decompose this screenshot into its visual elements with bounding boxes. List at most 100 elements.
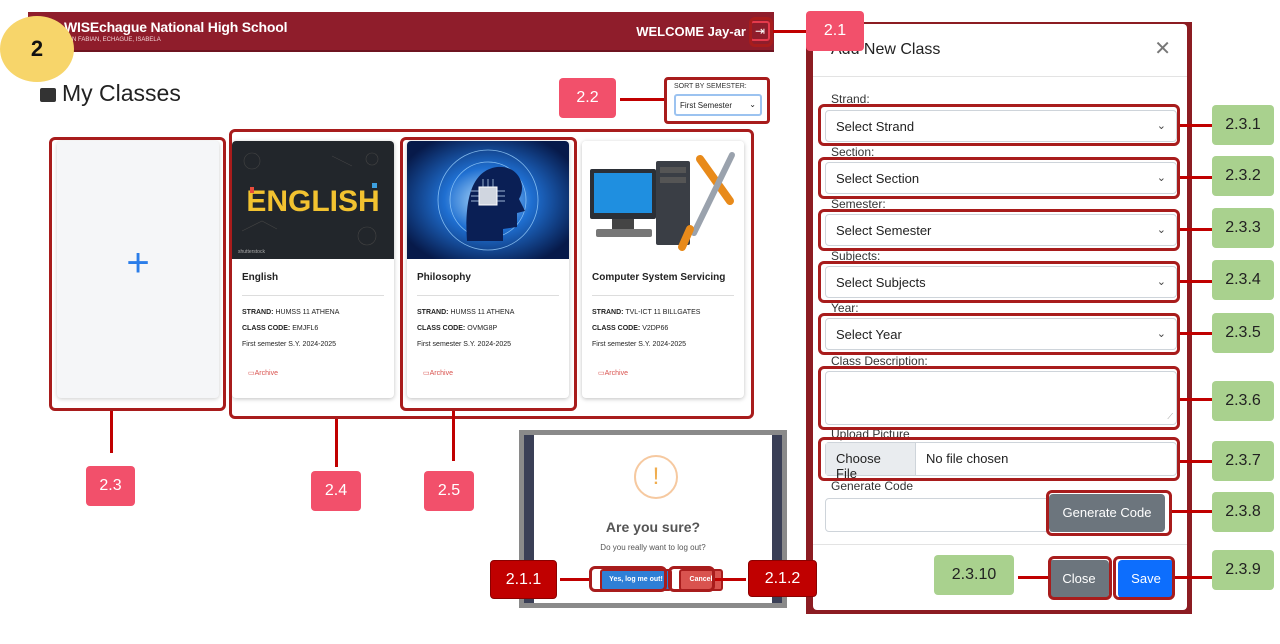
chevron-down-icon: ⌄	[1156, 120, 1166, 132]
english-class-image: ENGLISH shutterstock	[232, 141, 394, 259]
step-number-badge: 2	[0, 16, 74, 82]
annotation-tag: 2.4	[311, 471, 361, 511]
card-class-code: CLASS CODE: EMJFL6	[242, 325, 319, 332]
annotation-tag: 2.1	[806, 11, 864, 51]
arrow	[773, 30, 807, 33]
card-class-code: CLASS CODE: V2DP66	[592, 325, 669, 332]
arrow	[715, 578, 746, 581]
app-header: WISEchague National High School SAN FABI…	[28, 12, 774, 52]
class-card-computer-system-servicing[interactable]: Computer System Servicing STRAND: TVL-IC…	[582, 141, 744, 398]
logout-button[interactable]: ⇥	[750, 21, 770, 41]
class-card-english[interactable]: ENGLISH shutterstock English STRAND: HUM…	[232, 141, 394, 398]
upload-picture-input[interactable]: Choose File No file chosen	[825, 442, 1177, 481]
annotation-tag: 2.3.10	[934, 555, 1014, 595]
archive-button[interactable]: ▭Archive	[423, 369, 453, 377]
year-label: Year:	[831, 301, 859, 315]
semester-select[interactable]: Select Semester ⌄	[825, 214, 1177, 246]
card-semester: First semester S.Y. 2024-2025	[592, 341, 687, 348]
annotation-tag: 2.3.3	[1212, 208, 1274, 248]
add-class-modal-frame: Add New Class ✕ Strand: Select Strand ⌄ S…	[806, 22, 1192, 614]
arrow	[452, 411, 455, 461]
school-address: SAN FABIAN, ECHAGUE, ISABELA	[64, 37, 161, 43]
arrow	[1018, 576, 1048, 579]
logout-icon: ⇥	[754, 24, 766, 38]
svg-text:ENGLISH: ENGLISH	[246, 185, 379, 218]
card-title: Computer System Servicing	[592, 272, 726, 283]
arrow	[110, 411, 113, 453]
chevron-down-icon: ⌄	[749, 100, 756, 109]
confirm-logout-button[interactable]: Yes, log me out!	[600, 569, 672, 591]
file-status: No file chosen	[926, 451, 1009, 466]
strand-label: Strand:	[831, 92, 870, 106]
divider	[592, 295, 734, 296]
add-class-modal: Add New Class ✕ Strand: Select Strand ⌄ S…	[813, 24, 1187, 610]
svg-text:shutterstock: shutterstock	[238, 249, 265, 255]
choose-file-button[interactable]: Choose File	[826, 443, 916, 481]
arrow	[1180, 228, 1212, 231]
arrow	[1180, 280, 1212, 283]
archive-button[interactable]: ▭Archive	[248, 369, 278, 377]
annotation-tag: 2.3.2	[1212, 156, 1274, 196]
chevron-down-icon: ⌄	[1156, 172, 1166, 184]
add-class-card[interactable]: +	[57, 141, 219, 398]
logout-confirm-dialog-frame: ! Are you sure? Do you really want to lo…	[519, 430, 787, 608]
philosophy-class-image	[407, 141, 569, 259]
arrow	[335, 419, 338, 467]
card-strand: STRAND: HUMSS 11 ATHENA	[417, 309, 515, 316]
archive-button[interactable]: ▭Archive	[598, 369, 628, 377]
arrow	[620, 98, 664, 101]
subjects-label: Subjects:	[831, 249, 881, 263]
annotation-tag: 2.3	[86, 466, 135, 506]
archive-icon: ▭	[248, 370, 255, 377]
divider	[813, 76, 1187, 77]
section-label: Section:	[831, 145, 875, 159]
arrow	[1172, 510, 1212, 513]
plus-icon: +	[126, 241, 150, 285]
dialog-title: Are you sure?	[605, 519, 701, 535]
strand-select[interactable]: Select Strand ⌄	[825, 110, 1177, 142]
class-card-philosophy[interactable]: Philosophy STRAND: HUMSS 11 ATHENA CLASS…	[407, 141, 569, 398]
card-class-code: CLASS CODE: OVMG8P	[417, 325, 498, 332]
divider	[813, 544, 1187, 545]
annotation-tag: 2.3.5	[1212, 313, 1274, 353]
section-select[interactable]: Select Section ⌄	[825, 162, 1177, 194]
resize-grip-icon[interactable]: ⟋	[1167, 412, 1173, 422]
chevron-down-icon: ⌄	[1156, 328, 1166, 340]
warning-icon: !	[634, 455, 678, 499]
generated-code-input[interactable]	[825, 498, 1055, 532]
annotation-tag: 2.1.1	[490, 560, 557, 599]
card-strand: STRAND: HUMSS 11 ATHENA	[242, 309, 340, 316]
annotation-tag: 2.5	[424, 471, 474, 511]
page-title: My Classes	[40, 80, 181, 107]
chevron-down-icon: ⌄	[1156, 224, 1166, 236]
save-button[interactable]: Save	[1118, 560, 1174, 598]
annotation-tag: 2.2	[559, 78, 616, 118]
close-icon[interactable]: ✕	[1154, 36, 1171, 61]
arrow	[560, 578, 589, 581]
sort-semester-select[interactable]: First Semester ⌄	[674, 94, 762, 116]
divider	[242, 295, 384, 296]
class-description-label: Class Description:	[831, 354, 928, 368]
archive-icon: ▭	[423, 370, 430, 377]
welcome-text: WELCOME Jay-ar	[636, 24, 746, 39]
school-name: WISEchague National High School	[64, 19, 288, 35]
card-semester: First semester S.Y. 2024-2025	[417, 341, 512, 348]
arrow	[1180, 124, 1212, 127]
subjects-select[interactable]: Select Subjects ⌄	[825, 266, 1177, 298]
class-description-textarea[interactable]: ⟋	[825, 371, 1177, 425]
annotation-tag: 2.1.2	[748, 560, 817, 597]
sort-label: SORT BY SEMESTER:	[674, 83, 747, 90]
generate-code-label: Generate Code	[831, 479, 914, 493]
upload-picture-label: Upload Picture	[831, 427, 910, 441]
annotation-tag: 2.3.7	[1212, 441, 1274, 481]
close-button[interactable]: Close	[1049, 560, 1109, 598]
sort-by-semester: SORT BY SEMESTER: First Semester ⌄	[664, 77, 770, 124]
arrow	[1180, 460, 1212, 463]
archive-icon: ▭	[598, 370, 605, 377]
year-select[interactable]: Select Year ⌄	[825, 318, 1177, 350]
annotation-tag: 2.3.8	[1212, 492, 1274, 532]
generate-code-button[interactable]: Generate Code	[1049, 494, 1165, 532]
dialog-message: Do you really want to log out?	[600, 543, 706, 552]
annotation-tag: 2.3.1	[1212, 105, 1274, 145]
css-class-image	[582, 141, 744, 259]
